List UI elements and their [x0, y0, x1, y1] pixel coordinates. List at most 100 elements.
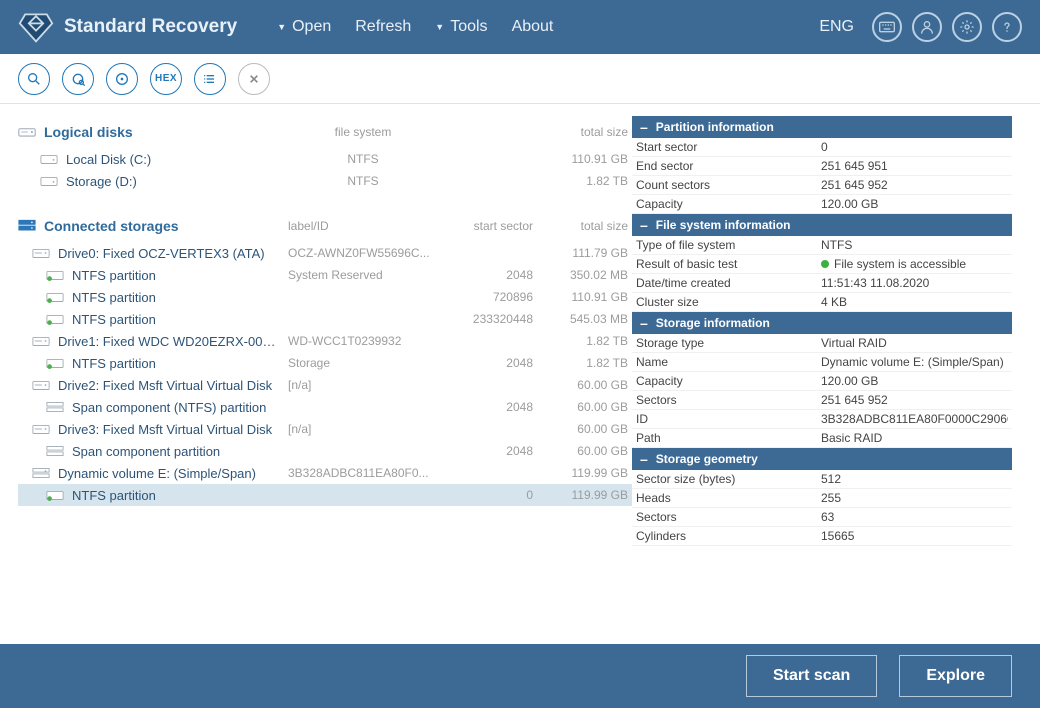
col-start-sector: start sector: [438, 219, 533, 233]
storage-row-name: NTFS partition: [72, 356, 156, 371]
close-icon: [246, 71, 262, 87]
info-section-title: Storage geometry: [656, 452, 758, 466]
info-row: Path Basic RAID: [632, 429, 1012, 448]
tool-list[interactable]: [194, 63, 226, 95]
caret-down-icon: ▼: [277, 22, 286, 32]
info-row: Start sector 0: [632, 138, 1012, 157]
keyboard-icon: [879, 19, 895, 35]
tool-disk[interactable]: [106, 63, 138, 95]
storage-row-name: Drive2: Fixed Msft Virtual Virtual Disk: [58, 378, 272, 393]
info-value: NTFS: [821, 238, 1008, 252]
info-row: Sector size (bytes) 512: [632, 470, 1012, 489]
info-value: 15665: [821, 529, 1008, 543]
info-row: Type of file system NTFS: [632, 236, 1012, 255]
tool-close[interactable]: [238, 63, 270, 95]
info-key: Sectors: [636, 510, 821, 524]
info-section-partition[interactable]: –Partition information: [632, 116, 1012, 138]
search-icon: [26, 71, 42, 87]
info-section-storage[interactable]: –Storage information: [632, 312, 1012, 334]
col-totalsize: total size: [533, 125, 628, 139]
info-value: File system is accessible: [821, 257, 1008, 271]
caret-down-icon: ▼: [435, 22, 444, 32]
list-icon: [202, 71, 218, 87]
settings-button[interactable]: [952, 12, 982, 42]
gear-icon: [959, 19, 975, 35]
tool-scan[interactable]: [62, 63, 94, 95]
info-row: Result of basic test File system is acce…: [632, 255, 1012, 274]
info-section-filesystem[interactable]: –File system information: [632, 214, 1012, 236]
menu-refresh[interactable]: Refresh: [355, 18, 411, 36]
toolbar: HEX: [0, 54, 1040, 104]
info-row: ID 3B328ADBC811EA80F0000C2906C2A2: [632, 410, 1012, 429]
info-value: Dynamic volume E: (Simple/Span): [821, 355, 1008, 369]
disc-icon: [114, 71, 130, 87]
logical-disk-name: Storage (D:): [66, 174, 137, 189]
info-value: 251 645 952: [821, 393, 1008, 407]
info-row: Date/time created 11:51:43 11.08.2020: [632, 274, 1012, 293]
start-scan-button[interactable]: Start scan: [746, 655, 877, 697]
info-value: 120.00 GB: [821, 374, 1008, 388]
app-logo-icon: [18, 9, 54, 45]
col-filesystem: file system: [288, 125, 438, 139]
info-row: Cylinders 15665: [632, 527, 1012, 546]
storage-row[interactable]: NTFS partition 233320448 545.03 MB: [18, 308, 632, 330]
user-icon: [919, 19, 935, 35]
logical-disks-title: Logical disks: [44, 124, 133, 140]
user-button[interactable]: [912, 12, 942, 42]
storage-row-name: NTFS partition: [72, 290, 156, 305]
info-value: 255: [821, 491, 1008, 505]
target-icon: [70, 71, 86, 87]
main-area: Logical disks file system total size Loc…: [0, 104, 1040, 644]
bottom-bar: Start scan Explore: [0, 644, 1040, 708]
storage-row[interactable]: NTFS partition Storage 2048 1.82 TB: [18, 352, 632, 374]
info-row: Name Dynamic volume E: (Simple/Span): [632, 353, 1012, 372]
storage-row[interactable]: Span component partition 2048 60.00 GB: [18, 440, 632, 462]
col-label: label/ID: [288, 219, 438, 233]
storage-row-name: Span component (NTFS) partition: [72, 400, 266, 415]
storage-row[interactable]: Drive0: Fixed OCZ-VERTEX3 (ATA) OCZ-AWNZ…: [18, 242, 632, 264]
storage-row[interactable]: Span component (NTFS) partition 2048 60.…: [18, 396, 632, 418]
logical-disk-row[interactable]: Local Disk (C:) NTFS 110.91 GB: [18, 148, 632, 170]
connected-storages-section: Connected storages label/ID start sector…: [18, 210, 632, 242]
app-title: Standard Recovery: [64, 16, 237, 38]
storage-row-name: Span component partition: [72, 444, 220, 459]
info-row: Count sectors 251 645 952: [632, 176, 1012, 195]
info-value: 63: [821, 510, 1008, 524]
storage-row[interactable]: Dynamic volume E: (Simple/Span) 3B328ADB…: [18, 462, 632, 484]
tool-hex[interactable]: HEX: [150, 63, 182, 95]
info-value: 4 KB: [821, 295, 1008, 309]
storage-row-name: Drive1: Fixed WDC WD20EZRX-00DC0...: [58, 334, 283, 349]
info-key: Cylinders: [636, 529, 821, 543]
info-section-title: File system information: [656, 218, 791, 232]
info-key: Date/time created: [636, 276, 821, 290]
info-key: Sectors: [636, 393, 821, 407]
collapse-icon: –: [640, 452, 648, 466]
info-key: Capacity: [636, 197, 821, 211]
info-value: Virtual RAID: [821, 336, 1008, 350]
storage-row[interactable]: Drive2: Fixed Msft Virtual Virtual Disk …: [18, 374, 632, 396]
info-key: Capacity: [636, 374, 821, 388]
storage-row[interactable]: Drive1: Fixed WDC WD20EZRX-00DC0... WD-W…: [18, 330, 632, 352]
app-logo: Standard Recovery: [18, 9, 237, 45]
info-section-geometry[interactable]: –Storage geometry: [632, 448, 1012, 470]
info-row: Sectors 63: [632, 508, 1012, 527]
menu-about[interactable]: About: [512, 18, 554, 36]
explore-button[interactable]: Explore: [899, 655, 1012, 697]
collapse-icon: –: [640, 120, 648, 134]
storage-row[interactable]: NTFS partition 0 119.99 GB: [18, 484, 632, 506]
help-button[interactable]: [992, 12, 1022, 42]
keyboard-button[interactable]: [872, 12, 902, 42]
logical-disks-section: Logical disks file system total size: [18, 116, 632, 148]
storage-row[interactable]: NTFS partition 720896 110.91 GB: [18, 286, 632, 308]
info-key: Count sectors: [636, 178, 821, 192]
tool-search[interactable]: [18, 63, 50, 95]
storage-row[interactable]: Drive3: Fixed Msft Virtual Virtual Disk …: [18, 418, 632, 440]
info-row: Sectors 251 645 952: [632, 391, 1012, 410]
storage-row[interactable]: NTFS partition System Reserved 2048 350.…: [18, 264, 632, 286]
language-selector[interactable]: ENG: [819, 18, 854, 36]
collapse-icon: –: [640, 316, 648, 330]
menu-open[interactable]: ▼Open: [277, 18, 331, 36]
menu-tools[interactable]: ▼Tools: [435, 18, 487, 36]
logical-disk-row[interactable]: Storage (D:) NTFS 1.82 TB: [18, 170, 632, 192]
info-value: 3B328ADBC811EA80F0000C2906C2A2: [821, 412, 1008, 426]
